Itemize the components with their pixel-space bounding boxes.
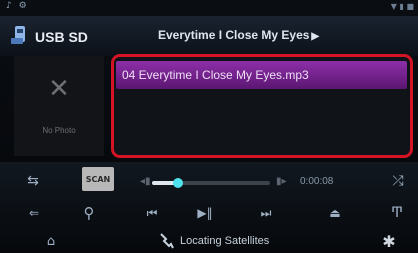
- search-button[interactable]: ⚲: [77, 202, 101, 224]
- status-bar: ♪ ⚙ ▼ ▮ ■: [0, 0, 418, 16]
- scroll-arrow-icon: ▶: [311, 31, 320, 42]
- shuffle-button[interactable]: ⤮: [385, 170, 411, 192]
- gps-status-text: Locating Satellites: [180, 235, 270, 247]
- seek-back-icon[interactable]: ◂▮: [140, 176, 151, 187]
- tone-button[interactable]: Ͳ: [385, 202, 409, 224]
- playlist-item-label: 04 Everytime I Close My Eyes.mp3: [122, 68, 309, 82]
- bottom-bar: ⌂ Locating Satellites ✱: [0, 229, 418, 253]
- next-track-button[interactable]: ⏭: [252, 202, 280, 224]
- repeat-button[interactable]: ⇆: [18, 170, 48, 192]
- gps-status: Locating Satellites: [160, 232, 310, 250]
- navigation-button[interactable]: ⌂: [36, 231, 66, 251]
- eject-button[interactable]: ⏏: [323, 202, 347, 224]
- media-player-screen: ♪ ⚙ ▼ ▮ ■ USB SD Everytime I Close My Ey…: [0, 0, 418, 253]
- play-pause-button[interactable]: ▶‖: [190, 202, 220, 224]
- usb-icon: [11, 26, 25, 44]
- header-bar: USB SD Everytime I Close My Eyes ▶: [0, 16, 418, 56]
- satellite-icon: [160, 233, 174, 249]
- settings-button[interactable]: ✱: [372, 230, 406, 252]
- elapsed-time: 0:00:08: [300, 176, 334, 187]
- status-icons-right: ▼ ▮ ■: [390, 2, 414, 11]
- scan-button[interactable]: SCAN: [82, 167, 114, 191]
- track-title-text: Everytime I Close My Eyes: [158, 28, 310, 42]
- track-title: Everytime I Close My Eyes ▶: [158, 28, 378, 46]
- seek-thumb[interactable]: [172, 178, 183, 188]
- no-photo-icon: ✕: [48, 74, 70, 104]
- playlist-empty-area: [116, 89, 407, 153]
- seek-bar[interactable]: ◂▮ ▮▸: [140, 176, 290, 190]
- source-label[interactable]: USB SD: [35, 29, 88, 45]
- seek-forward-icon[interactable]: ▮▸: [276, 176, 287, 187]
- album-artwork: ✕ No Photo: [14, 56, 104, 156]
- control-panel: ⇆ SCAN ◂▮ ▮▸ 0:00:08 ⤮ ⇐ ⚲ ⏮ ▶‖ ⏭ ⏏ Ͳ ⌂ …: [0, 162, 418, 253]
- playlist-item-selected[interactable]: 04 Everytime I Close My Eyes.mp3: [116, 61, 407, 89]
- status-icons-left: ♪ ⚙: [6, 1, 29, 11]
- no-photo-label: No Photo: [42, 126, 76, 135]
- previous-track-button[interactable]: ⏮: [138, 202, 166, 224]
- back-button[interactable]: ⇐: [22, 202, 46, 224]
- seek-track[interactable]: [152, 178, 270, 188]
